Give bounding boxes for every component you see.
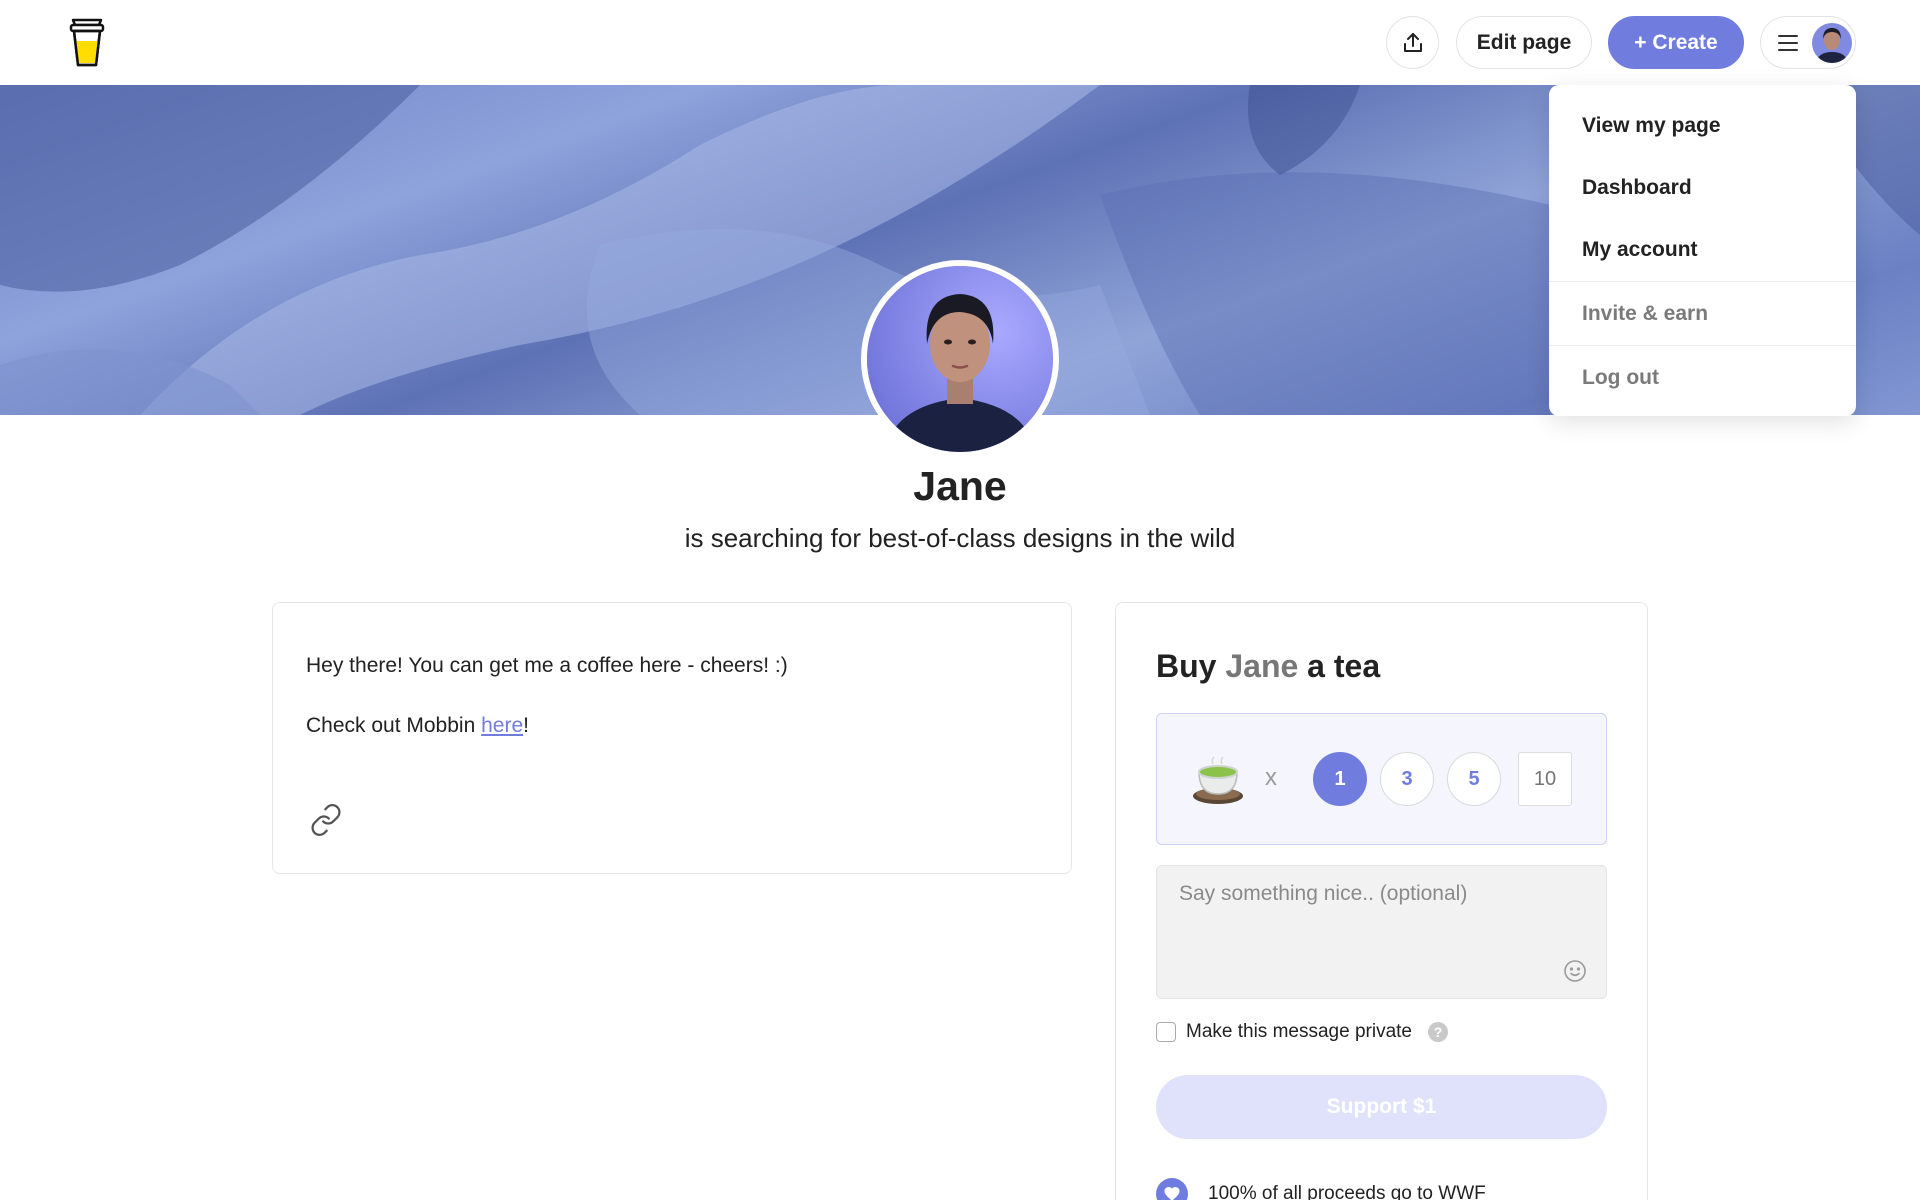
heart-icon [1156,1178,1188,1200]
support-title: Buy Jane a tea [1156,648,1380,685]
private-label: Make this message private [1186,1021,1412,1042]
menu-item-invite-earn[interactable]: Invite & earn [1549,283,1856,345]
share-button[interactable] [1386,16,1439,69]
create-button[interactable]: + Create [1608,16,1744,69]
menu-item-my-account[interactable]: My account [1549,219,1856,281]
help-icon[interactable]: ? [1428,1022,1448,1042]
about-mobbin-prefix: Check out Mobbin [306,714,482,737]
hamburger-icon [1778,34,1798,51]
share-upload-icon [1403,32,1422,52]
private-message-row: Make this message private ? [1156,1019,1448,1045]
quantity-option-5[interactable]: 5 [1447,752,1501,806]
menu-item-log-out[interactable]: Log out [1549,347,1856,409]
account-dropdown-menu: View my page Dashboard My account Invite… [1549,85,1856,416]
avatar [1812,22,1852,63]
support-card: Buy Jane a tea x 1 3 5 10 Say something … [1115,602,1648,1200]
support-title-prefix: Buy [1156,648,1226,684]
top-bar: Edit page + Create [0,0,1920,85]
about-text: Hey there! You can get me a coffee here … [306,654,788,677]
quantity-selector: x 1 3 5 [1156,713,1607,845]
support-button[interactable]: Support $1 [1156,1075,1607,1139]
profile-tagline: is searching for best-of-class designs i… [684,523,1236,553]
times-symbol: x [1265,764,1277,791]
menu-item-view-my-page[interactable]: View my page [1549,95,1856,157]
quantity-option-1[interactable]: 1 [1313,752,1367,806]
message-field[interactable] [1156,865,1607,999]
proceeds-text: 100% of all proceeds go to WWF [1208,1183,1486,1200]
menu-divider [1549,281,1856,282]
menu-divider [1549,345,1856,346]
menu-item-dashboard[interactable]: Dashboard [1549,157,1856,219]
link-icon[interactable] [309,803,343,837]
private-checkbox[interactable] [1156,1022,1176,1042]
about-card: Hey there! You can get me a coffee here … [272,602,1072,874]
profile-avatar [861,260,1059,458]
edit-page-button[interactable]: Edit page [1456,16,1592,69]
smiley-icon[interactable] [1563,959,1587,983]
proceeds-note: 100% of all proceeds go to WWF [1156,1178,1486,1200]
profile-name: Jane [913,463,1007,509]
account-menu-button[interactable] [1760,16,1856,69]
support-title-suffix: a tea [1298,648,1381,684]
tea-cup-icon [1191,752,1245,806]
custom-quantity-input[interactable] [1518,752,1572,806]
support-title-name: Jane [1225,648,1299,684]
quantity-option-3[interactable]: 3 [1380,752,1434,806]
about-mobbin-line: Check out Mobbin here! [306,714,529,738]
about-mobbin-suffix: ! [523,714,529,737]
logo-icon[interactable] [67,16,107,68]
mobbin-link[interactable]: here [481,714,523,737]
